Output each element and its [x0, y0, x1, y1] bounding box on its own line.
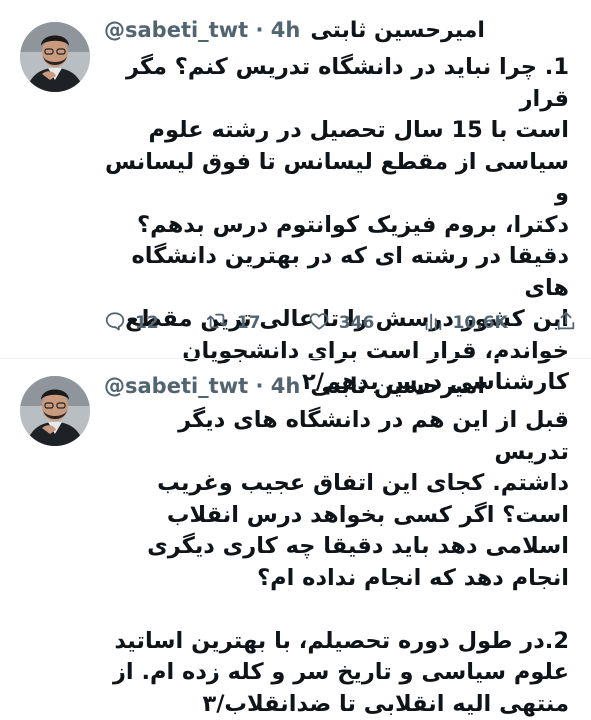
tweet-text-line: اسلامی دهد باید دقیقا چه کاری دیگری — [104, 531, 569, 563]
like-count: 346 — [339, 313, 375, 333]
views-icon — [422, 310, 444, 337]
tweet-text: 1. چرا نباید در دانشگاه تدریس کنم؟ مگر ق… — [104, 52, 569, 399]
reply-button[interactable]: 12 — [104, 310, 159, 337]
tweet-meta: @sabeti_twt · 4h — [104, 374, 300, 398]
reply-count: 12 — [135, 313, 159, 333]
heart-icon — [308, 310, 330, 337]
tweet-text-line: داشتم. کجای این اتفاق عجیب وغریب — [104, 468, 569, 500]
author-name[interactable]: امیرحسین ثابتی — [310, 374, 485, 399]
tweet-time[interactable]: · 4h — [255, 374, 300, 398]
tweet-time[interactable]: · 4h — [255, 18, 300, 42]
paragraph-gap — [104, 594, 569, 626]
retweet-icon — [206, 310, 228, 337]
author-name[interactable]: امیرحسین ثابتی — [310, 18, 485, 43]
tweet-header: @sabeti_twt · 4h امیرحسین ثابتی — [104, 368, 571, 404]
views-count: 10.6K — [453, 313, 508, 333]
tweet-text-line: 2.در طول دوره تحصیلم، با بهترین اساتید — [104, 626, 569, 658]
views-button[interactable]: 10.6K — [422, 310, 508, 337]
tweet-text-line: قبل از این هم در دانشگاه های دیگر تدریس — [104, 405, 569, 468]
tweet-text-line: دقیقا در رشته ای که در بهترین دانشگاه ها… — [104, 241, 569, 304]
author-avatar[interactable] — [20, 22, 90, 92]
tweet-actions: 12 17 346 10.6K — [104, 308, 577, 338]
tweet-1[interactable]: @sabeti_twt · 4h امیرحسین ثابتی 1. چرا ن… — [0, 0, 591, 360]
author-handle[interactable]: @sabeti_twt — [104, 18, 248, 42]
tweet-meta: @sabeti_twt · 4h — [104, 18, 300, 42]
tweet-text-line: انجام دهد که انجام نداده ام؟ — [104, 563, 569, 595]
tweet-text-line: دکترا، بروم فیزیک کوانتوم درس بدهم؟ — [104, 210, 569, 242]
tweet-text: قبل از این هم در دانشگاه های دیگر تدریس … — [104, 405, 569, 720]
retweet-button[interactable]: 17 — [206, 310, 261, 337]
tweet-2[interactable]: @sabeti_twt · 4h امیرحسین ثابتی قبل از ا… — [0, 359, 591, 694]
like-button[interactable]: 346 — [308, 310, 375, 337]
tweet-text-line: علوم سیاسی و تاریخ سر و کله زده ام. از — [104, 657, 569, 689]
tweet-header: @sabeti_twt · 4h امیرحسین ثابتی — [104, 12, 571, 48]
tweet-text-line: است با 15 سال تحصیل در رشته علوم — [104, 115, 569, 147]
reply-icon — [104, 310, 126, 337]
author-avatar[interactable] — [20, 376, 90, 446]
tweet-text-line: منتهی الیه انقلابی تا ضدانقلاب/۳ — [104, 689, 569, 720]
tweet-text-line: است؟ اگر کسی بخواهد درس انقلاب — [104, 500, 569, 532]
share-button[interactable] — [555, 310, 577, 337]
retweet-count: 17 — [237, 313, 261, 333]
share-icon — [555, 310, 577, 337]
tweet-text-line: سیاسی از مقطع لیسانس تا فوق لیسانس و — [104, 147, 569, 210]
author-handle[interactable]: @sabeti_twt — [104, 374, 248, 398]
tweet-text-line: 1. چرا نباید در دانشگاه تدریس کنم؟ مگر ق… — [104, 52, 569, 115]
